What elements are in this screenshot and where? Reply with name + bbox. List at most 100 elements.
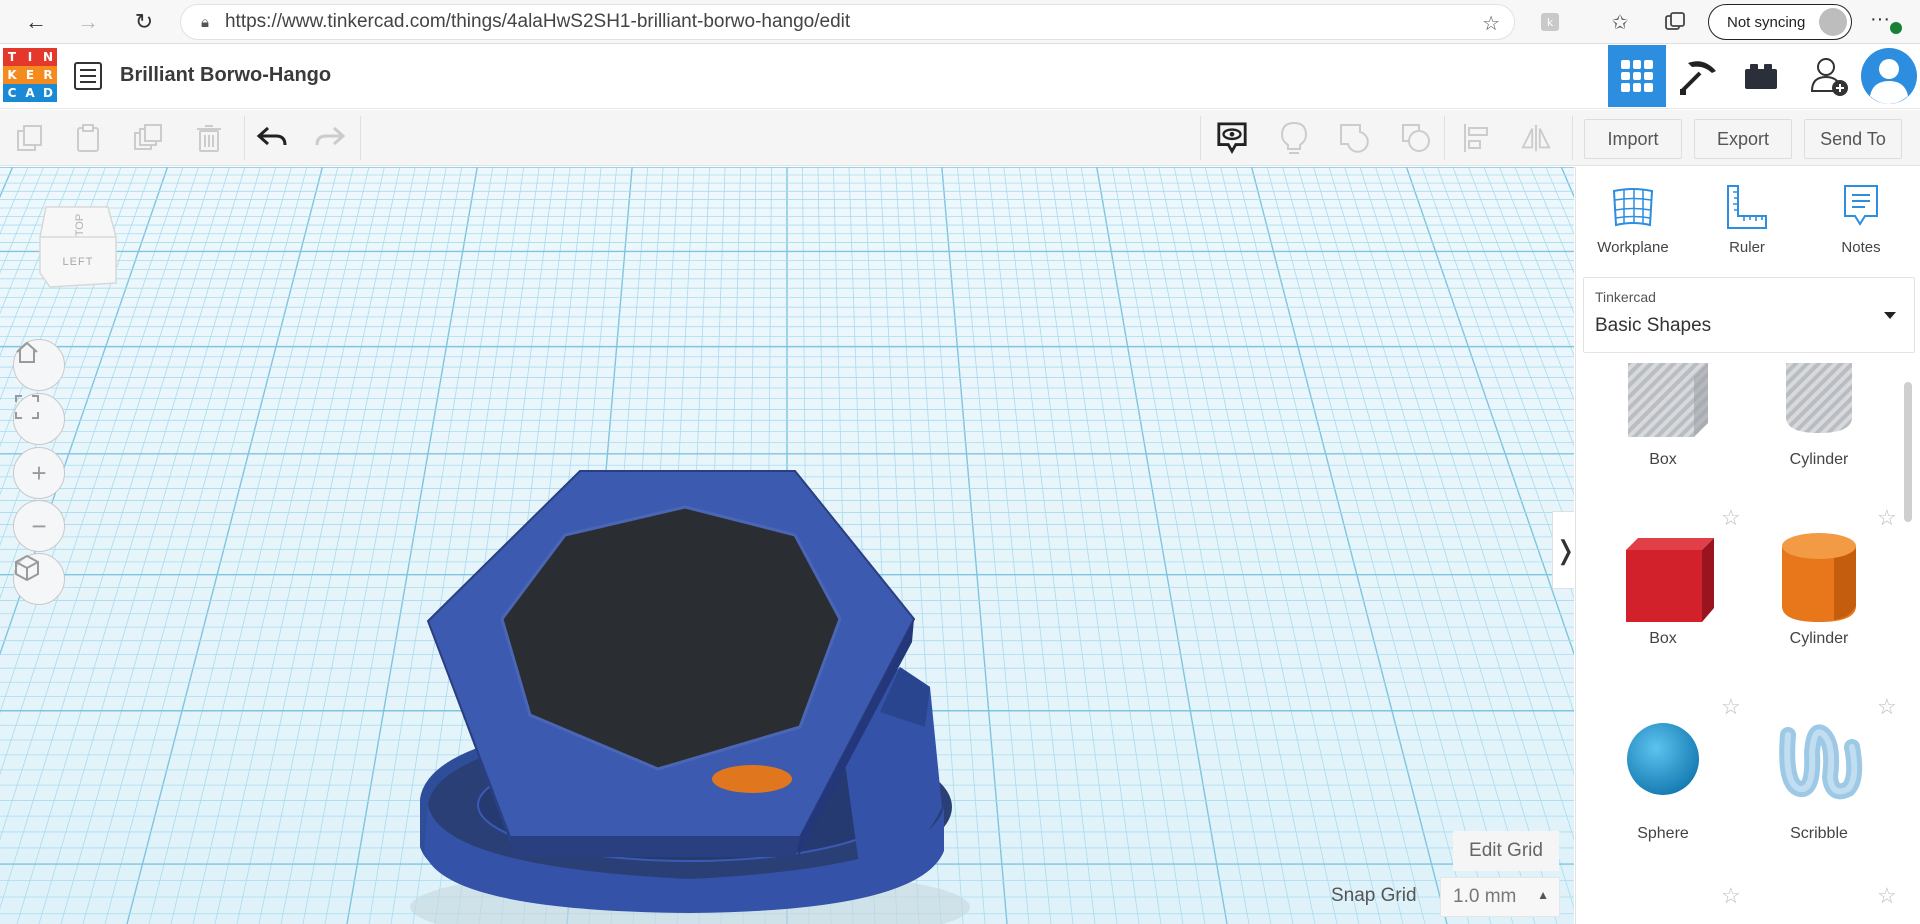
favorite-star-icon[interactable]: ☆	[1721, 883, 1741, 909]
zoom-out-button[interactable]: −	[13, 500, 65, 552]
add-favorite-icon[interactable]: ☆	[1482, 11, 1500, 36]
toolbar-divider	[1444, 116, 1445, 160]
orange-dot	[712, 765, 792, 793]
align-icon[interactable]	[1460, 122, 1492, 154]
user-avatar-button[interactable]	[1860, 45, 1918, 107]
forward-arrow-icon[interactable]: →	[66, 0, 110, 44]
mirror-icon[interactable]	[1520, 122, 1552, 154]
shape-hole-cylinder[interactable]: Cylinder	[1754, 363, 1884, 523]
cube-icon	[15, 554, 39, 582]
viewcube-top-label: TOP	[74, 214, 86, 236]
shape-scribble[interactable]: Scribble	[1754, 715, 1884, 875]
3d-view-button[interactable]	[1608, 45, 1666, 107]
toolbar-divider	[1200, 116, 1201, 160]
shape-name: Box	[1649, 451, 1677, 468]
ruler-icon	[1727, 185, 1767, 229]
panel-scrollbar[interactable]	[1904, 382, 1912, 522]
collapse-panel-button[interactable]: ❭	[1552, 511, 1574, 589]
shape-hole-box[interactable]: Box	[1598, 363, 1728, 523]
toolbar-divider	[360, 116, 361, 160]
paste-icon[interactable]	[72, 122, 104, 154]
workplane-icon	[1612, 188, 1654, 227]
perspective-button[interactable]	[13, 553, 65, 605]
reload-icon[interactable]: ↻	[122, 0, 166, 44]
workplane-canvas[interactable]: TOP LEFT + − Edit Grid Snap Grid 1.0 mm …	[0, 167, 1574, 924]
send-to-button[interactable]: Send To	[1804, 119, 1902, 159]
import-button[interactable]: Import	[1584, 119, 1682, 159]
ruler-tool-label: Ruler	[1729, 239, 1765, 256]
logo-letter: R	[39, 66, 57, 84]
shape-library-select[interactable]: Tinkercad Basic Shapes	[1583, 277, 1915, 353]
minus-icon: −	[31, 510, 47, 541]
workplane-tool[interactable]: Workplane	[1588, 181, 1678, 256]
undo-icon[interactable]	[256, 122, 288, 154]
shape-name: Cylinder	[1789, 451, 1849, 468]
shape-name: Box	[1649, 630, 1677, 647]
zoom-in-button[interactable]: +	[13, 447, 65, 499]
logo-letter: A	[21, 84, 39, 102]
group-icon[interactable]	[1338, 122, 1370, 154]
viewcube[interactable]: TOP LEFT	[38, 197, 124, 297]
shape-name: Cylinder	[1789, 630, 1849, 647]
snap-grid-select[interactable]: 1.0 mm ▲	[1440, 877, 1560, 917]
notes-toggle-icon[interactable]	[1216, 122, 1248, 155]
bricks-mode-button[interactable]	[1732, 45, 1790, 107]
ungroup-icon[interactable]	[1400, 122, 1432, 154]
logo-letter: K	[3, 66, 21, 84]
caret-up-icon: ▲	[1537, 888, 1549, 902]
export-button[interactable]: Export	[1694, 119, 1792, 159]
more-menu-icon[interactable]: ···	[1870, 8, 1890, 31]
update-badge	[1890, 22, 1902, 34]
logo-letter: I	[21, 48, 39, 66]
notes-tool[interactable]: Notes	[1816, 181, 1906, 256]
edit-grid-button[interactable]: Edit Grid	[1453, 831, 1559, 871]
favorites-icon[interactable]: ✩	[1608, 10, 1632, 34]
blocks-mode-button[interactable]	[1670, 45, 1728, 107]
workplane-tool-label: Workplane	[1597, 239, 1669, 256]
design-list-icon[interactable]	[74, 62, 102, 90]
address-bar[interactable]: 🔒︎ https://www.tinkercad.com/things/4ala…	[180, 4, 1515, 40]
logo-letter: E	[21, 66, 39, 84]
pickaxe-icon	[1680, 61, 1716, 95]
redo-icon[interactable]	[314, 122, 346, 154]
collections-icon[interactable]	[1663, 10, 1687, 34]
logo-letter: N	[39, 48, 57, 66]
shape-sphere[interactable]: Sphere	[1598, 715, 1728, 875]
brick-icon	[1745, 64, 1777, 89]
duplicate-icon[interactable]	[132, 122, 164, 154]
share-user-button[interactable]	[1800, 45, 1858, 107]
grid-view-icon	[1621, 60, 1653, 92]
delete-icon[interactable]	[193, 122, 225, 154]
scribble-icon	[1779, 724, 1863, 800]
sync-status: Not syncing	[1727, 13, 1806, 31]
back-arrow-icon[interactable]: ←	[14, 0, 58, 44]
notes-tool-label: Notes	[1841, 239, 1881, 256]
project-title[interactable]: Brilliant Borwo-Hango	[120, 64, 331, 87]
toolbar-divider	[1572, 116, 1573, 160]
shape-box[interactable]: Box	[1598, 522, 1728, 682]
sphere-icon	[1627, 723, 1699, 795]
favorite-star-icon[interactable]: ☆	[1877, 883, 1897, 909]
profile-sync-button[interactable]: Not syncing	[1708, 4, 1852, 40]
fit-all-icon	[15, 395, 39, 419]
ruler-tool[interactable]: Ruler	[1702, 181, 1792, 256]
fit-view-button[interactable]	[13, 393, 65, 445]
cylinder-icon	[1782, 533, 1856, 622]
logo-letter: D	[39, 84, 57, 102]
viewcube-left-label: LEFT	[63, 256, 94, 268]
logo-letter: T	[3, 48, 21, 66]
copy-icon[interactable]	[14, 122, 46, 154]
hole-cylinder-icon	[1786, 363, 1852, 433]
home-view-button[interactable]	[13, 339, 65, 391]
snap-grid-value: 1.0 mm	[1453, 886, 1517, 907]
tinkercad-logo[interactable]: TINKERCAD	[3, 48, 57, 102]
svg-text:k: k	[1547, 16, 1554, 29]
home-icon	[16, 341, 38, 363]
app-header: TINKERCAD Brilliant Borwo-Hango	[0, 45, 1920, 109]
box-icon	[1626, 538, 1714, 622]
logo-letter: C	[3, 84, 21, 102]
extension-icon[interactable]: k	[1538, 10, 1562, 34]
shape-cylinder[interactable]: Cylinder	[1754, 522, 1884, 682]
lightbulb-icon[interactable]	[1278, 121, 1310, 154]
shapes-panel: Workplane Ruler Notes Tinkercad Basic Sh…	[1575, 167, 1920, 924]
